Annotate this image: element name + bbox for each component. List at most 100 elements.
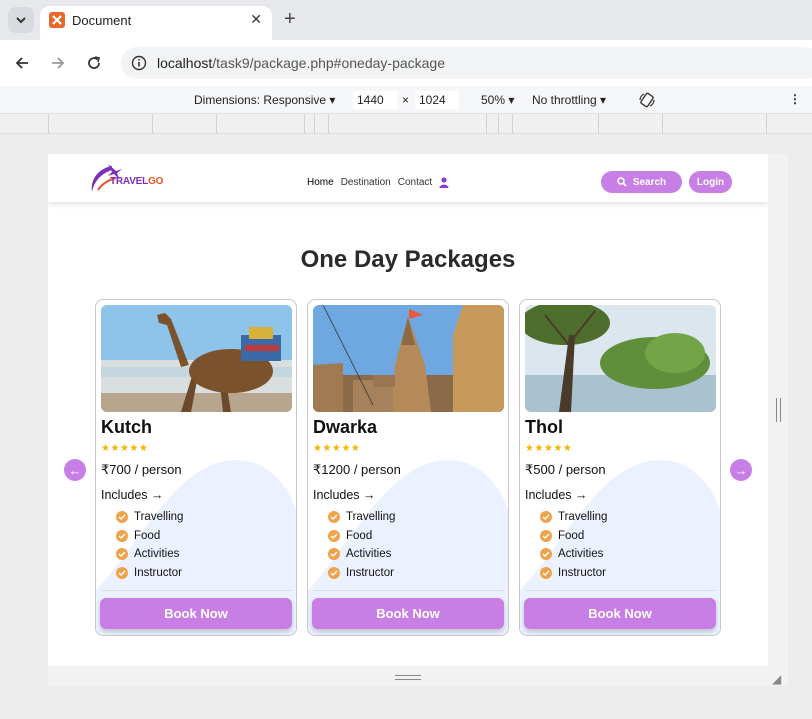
page-viewport: TRAVELGO Home Destination Contact Search… (48, 154, 768, 666)
resize-handle-right[interactable] (776, 398, 781, 422)
includes-heading: Includes → (101, 488, 164, 502)
star-rating-icon: ★★★★★ (101, 443, 149, 454)
star-rating-icon: ★★★★★ (313, 443, 361, 454)
check-icon (540, 530, 552, 542)
price-amount: ₹700 (101, 462, 131, 477)
package-price: ₹700 / person (101, 462, 182, 478)
check-icon (540, 511, 552, 523)
feature-label: Travelling (134, 511, 184, 523)
feature-label: Activities (346, 548, 392, 560)
search-button[interactable]: Search (601, 171, 682, 193)
caret-down-icon: ▾ (508, 93, 515, 107)
more-options-icon[interactable]: ⋮ (789, 92, 801, 106)
feature-item: Food (540, 530, 584, 542)
feature-label: Instructor (346, 567, 394, 579)
browser-tab[interactable]: Document ✕ (40, 6, 272, 40)
includes-label: Includes (313, 488, 360, 502)
travelgo-logo[interactable]: TRAVELGO (86, 162, 166, 196)
includes-label: Includes (101, 488, 148, 502)
includes-heading: Includes → (313, 488, 376, 502)
chevron-down-icon (16, 17, 26, 24)
url-text: localhost/task9/package.php#oneday-packa… (157, 55, 445, 71)
resize-corner-icon[interactable]: ◢ (772, 672, 781, 686)
feature-label: Travelling (558, 511, 608, 523)
height-input[interactable]: 1024 (415, 91, 459, 109)
feature-item: Travelling (328, 511, 395, 523)
rotate-icon[interactable] (638, 91, 656, 112)
site-header: TRAVELGO Home Destination Contact Search… (48, 154, 768, 202)
book-now-button[interactable]: Book Now (312, 598, 504, 629)
logo-go: GO (148, 176, 164, 187)
close-icon[interactable]: ✕ (250, 11, 262, 28)
feature-item: Travelling (116, 511, 183, 523)
includes-heading: Includes → (525, 488, 588, 502)
feature-label: Food (134, 530, 161, 542)
nav-destination[interactable]: Destination (341, 177, 391, 188)
arrow-right-icon: → (575, 488, 588, 502)
zoom-dropdown[interactable]: 50% ▾ (481, 93, 514, 107)
arrow-right-icon: → (363, 488, 376, 502)
feature-label: Food (558, 530, 585, 542)
check-icon (540, 567, 552, 579)
dimensions-label: Dimensions: Responsive (194, 93, 327, 107)
logo-travel: TRAVEL (110, 176, 149, 187)
main-nav: Home Destination Contact (307, 177, 449, 188)
next-arrow-button[interactable]: → (730, 459, 752, 481)
package-name: Kutch (101, 417, 152, 437)
width-input[interactable]: 1440 (353, 91, 397, 109)
package-card-dwarka: Dwarka ★★★★★ ₹1200 / person Includes → T… (307, 299, 509, 636)
toolbar: localhost/task9/package.php#oneday-packa… (0, 40, 812, 86)
card-divider (101, 590, 292, 591)
search-icon (617, 177, 627, 187)
feature-label: Activities (558, 548, 604, 560)
device-toolbar: Dimensions: Responsive ▾ 1440 × 1024 50%… (0, 86, 812, 114)
book-now-button[interactable]: Book Now (100, 598, 292, 629)
media-query-ruler (0, 114, 812, 134)
nav-contact[interactable]: Contact (398, 177, 432, 188)
arrow-left-icon (15, 57, 28, 69)
section-title: One Day Packages (300, 246, 516, 273)
price-amount: ₹500 (525, 462, 555, 477)
tab-search-button[interactable] (8, 7, 34, 33)
card-divider (313, 590, 504, 591)
feature-label: Instructor (134, 567, 182, 579)
package-image-kutch (101, 305, 292, 412)
site-info-icon[interactable] (129, 53, 149, 73)
forward-button[interactable] (47, 52, 69, 74)
dimensions-dropdown[interactable]: Dimensions: Responsive ▾ (194, 93, 335, 107)
feature-label: Food (346, 530, 373, 542)
arrow-left-icon: ← (68, 462, 82, 478)
reload-button[interactable] (83, 52, 105, 74)
package-name: Thol (525, 417, 563, 437)
feature-item: Food (116, 530, 160, 542)
caret-down-icon: ▾ (329, 93, 336, 107)
feature-label: Activities (134, 548, 180, 560)
package-image-dwarka (313, 305, 504, 412)
check-icon (328, 548, 340, 560)
check-icon (328, 530, 340, 542)
feature-item: Activities (540, 548, 603, 560)
book-now-button[interactable]: Book Now (524, 598, 716, 629)
package-card-thol: Thol ★★★★★ ₹500 / person Includes → Trav… (519, 299, 721, 636)
dimension-separator: × (402, 93, 410, 107)
throttling-dropdown[interactable]: No throttling ▾ (532, 93, 606, 107)
feature-item: Activities (328, 548, 391, 560)
user-icon[interactable] (439, 177, 449, 188)
nav-home[interactable]: Home (307, 177, 334, 188)
address-bar[interactable]: localhost/task9/package.php#oneday-packa… (121, 47, 812, 79)
feature-item: Travelling (540, 511, 607, 523)
feature-item: Food (328, 530, 372, 542)
price-unit: / person (134, 462, 182, 477)
feature-label: Travelling (346, 511, 396, 523)
package-price: ₹500 / person (525, 462, 606, 478)
check-icon (328, 567, 340, 579)
new-tab-button[interactable]: + (284, 9, 296, 29)
resize-handle-bottom[interactable] (395, 675, 421, 680)
logo-text: TRAVELGO (110, 176, 163, 187)
feature-item: Activities (116, 548, 179, 560)
back-button[interactable] (11, 52, 33, 74)
reload-icon (88, 56, 100, 69)
card-divider (525, 590, 716, 591)
login-button[interactable]: Login (689, 171, 732, 193)
prev-arrow-button[interactable]: ← (64, 459, 86, 481)
